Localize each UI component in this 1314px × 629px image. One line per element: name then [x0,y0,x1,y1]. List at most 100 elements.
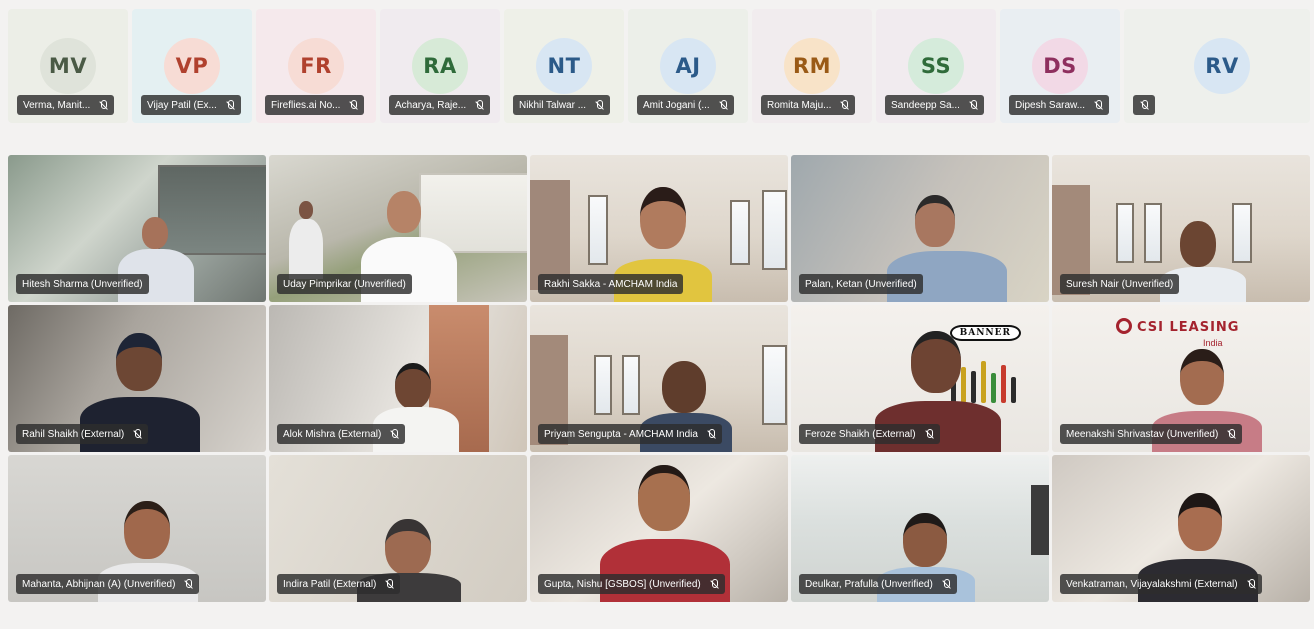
participant-name: Venkatraman, Vijayalakshmi (External) [1066,578,1238,590]
participant-name-label: Hitesh Sharma (Unverified) [16,274,149,294]
person-head [915,195,955,247]
participant-tile[interactable]: VP Vijay Patil (Ex... [132,9,252,123]
participant-name-label: Sandeepp Sa... [885,95,984,115]
avatar: DS [1032,38,1088,94]
person-body [289,219,323,279]
person-head [911,331,961,393]
person-head [124,501,170,559]
banner-logo: BANNER [949,325,1021,341]
mic-off-icon [706,428,716,440]
video-tile[interactable]: BANNER Feroze Shaikh (External) [791,305,1049,452]
mic-off-icon [839,99,849,111]
video-tile[interactable]: Deulkar, Prafulla (Unverified) [791,455,1049,602]
video-tile[interactable]: Hitesh Sharma (Unverified) [8,155,266,302]
participant-name-label: Mahanta, Abhijnan (A) (Unverified) [16,574,200,594]
participant-name: Alok Mishra (External) [283,428,382,440]
participant-tile[interactable]: NT Nikhil Talwar ... [504,9,624,123]
participant-name-label: Vijay Patil (Ex... [141,95,241,115]
person-head [903,513,947,567]
person-head [387,191,421,233]
video-tile[interactable]: Alok Mishra (External) [269,305,527,452]
participant-name-label: Rakhi Sakka - AMCHAM India [538,274,684,294]
mic-off-icon [1226,428,1236,440]
mic-off-icon [348,99,358,111]
participant-name-label: Palan, Ketan (Unverified) [799,274,923,294]
screen [1031,485,1049,555]
mic-off-icon [225,99,235,111]
participant-tile[interactable]: MV Verma, Manit... [8,9,128,123]
participant-name: Hitesh Sharma (Unverified) [22,278,143,290]
mic-off-icon [1093,99,1103,111]
participant-name: Uday Pimprikar (Unverified) [283,278,406,290]
participant-name: Mahanta, Abhijnan (A) (Unverified) [22,578,176,590]
avatar: MV [40,38,96,94]
participant-name-label: Feroze Shaikh (External) [799,424,940,444]
mic-off-icon [183,578,193,590]
participant-name: Dipesh Saraw... [1015,99,1086,111]
video-tile[interactable]: Uday Pimprikar (Unverified) [269,155,527,302]
avatar: AJ [660,38,716,94]
participant-name-label: Verma, Manit... [17,95,115,115]
mic-off-icon [594,99,604,111]
participant-tile[interactable]: DS Dipesh Saraw... [1000,9,1120,123]
person-head [662,361,706,413]
participant-name-label: Meenakshi Shrivastav (Unverified) [1060,424,1243,444]
participant-name: Meenakshi Shrivastav (Unverified) [1066,428,1219,440]
window [1116,203,1134,263]
video-tile[interactable]: Rakhi Sakka - AMCHAM India [530,155,788,302]
participant-name: Rakhi Sakka - AMCHAM India [544,278,678,290]
avatar: RM [784,38,840,94]
participant-tile[interactable]: RV [1124,9,1310,123]
participant-tile[interactable]: RA Acharya, Raje... [380,9,500,123]
video-tile[interactable]: Mahanta, Abhijnan (A) (Unverified) [8,455,266,602]
person-head [395,363,431,409]
participant-name: Nikhil Talwar ... [519,99,587,111]
csi-logo-icon [1116,318,1132,334]
participant-name: Deulkar, Prafulla (Unverified) [805,578,933,590]
window [588,195,608,265]
avatar: NT [536,38,592,94]
mic-off-icon [132,428,142,440]
participant-name-label: Acharya, Raje... [389,95,491,115]
video-tile[interactable]: Suresh Nair (Unverified) [1052,155,1310,302]
mic-off-icon [709,578,719,590]
person-head [638,465,690,531]
participant-tile[interactable]: SS Sandeepp Sa... [876,9,996,123]
person-head [116,333,162,391]
person-head [142,217,168,249]
window [762,345,787,425]
video-tile[interactable]: Palan, Ketan (Unverified) [791,155,1049,302]
person-head [1180,221,1216,267]
mic-off-icon [474,99,484,111]
mic-off-icon [941,578,951,590]
video-tile[interactable]: Indira Patil (External) [269,455,527,602]
participant-name: Suresh Nair (Unverified) [1066,278,1174,290]
window [1144,203,1162,263]
video-tile[interactable]: Rahil Shaikh (External) [8,305,266,452]
participant-name-label: Gupta, Nishu [GSBOS] (Unverified) [538,574,725,594]
participant-tile[interactable]: RM Romita Maju... [752,9,872,123]
participant-name-label: Priyam Sengupta - AMCHAM India [538,424,722,444]
avatar: FR [288,38,344,94]
participant-name: Feroze Shaikh (External) [805,428,916,440]
person-head [1178,493,1222,551]
mic-off-icon [718,99,728,111]
avatar: SS [908,38,964,94]
video-tile[interactable]: Priyam Sengupta - AMCHAM India [530,305,788,452]
window [730,200,750,265]
participant-name-label: Alok Mishra (External) [277,424,406,444]
video-tile[interactable]: CSI LEASING India Meenakshi Shrivastav (… [1052,305,1310,452]
participant-name: Verma, Manit... [23,99,91,111]
window [594,355,612,415]
participant-tile[interactable]: FR Fireflies.ai No... [256,9,376,123]
participant-name-label: Dipesh Saraw... [1009,95,1110,115]
participant-name: Vijay Patil (Ex... [147,99,217,111]
participant-name-label: Amit Jogani (... [637,95,734,115]
participant-tile[interactable]: AJ Amit Jogani (... [628,9,748,123]
video-tile[interactable]: Venkatraman, Vijayalakshmi (External) [1052,455,1310,602]
participant-name-label: Fireflies.ai No... [265,95,365,115]
person-head [640,187,686,249]
window [762,190,787,270]
participant-name-label: Suresh Nair (Unverified) [1060,274,1180,294]
video-tile[interactable]: Gupta, Nishu [GSBOS] (Unverified) [530,455,788,602]
